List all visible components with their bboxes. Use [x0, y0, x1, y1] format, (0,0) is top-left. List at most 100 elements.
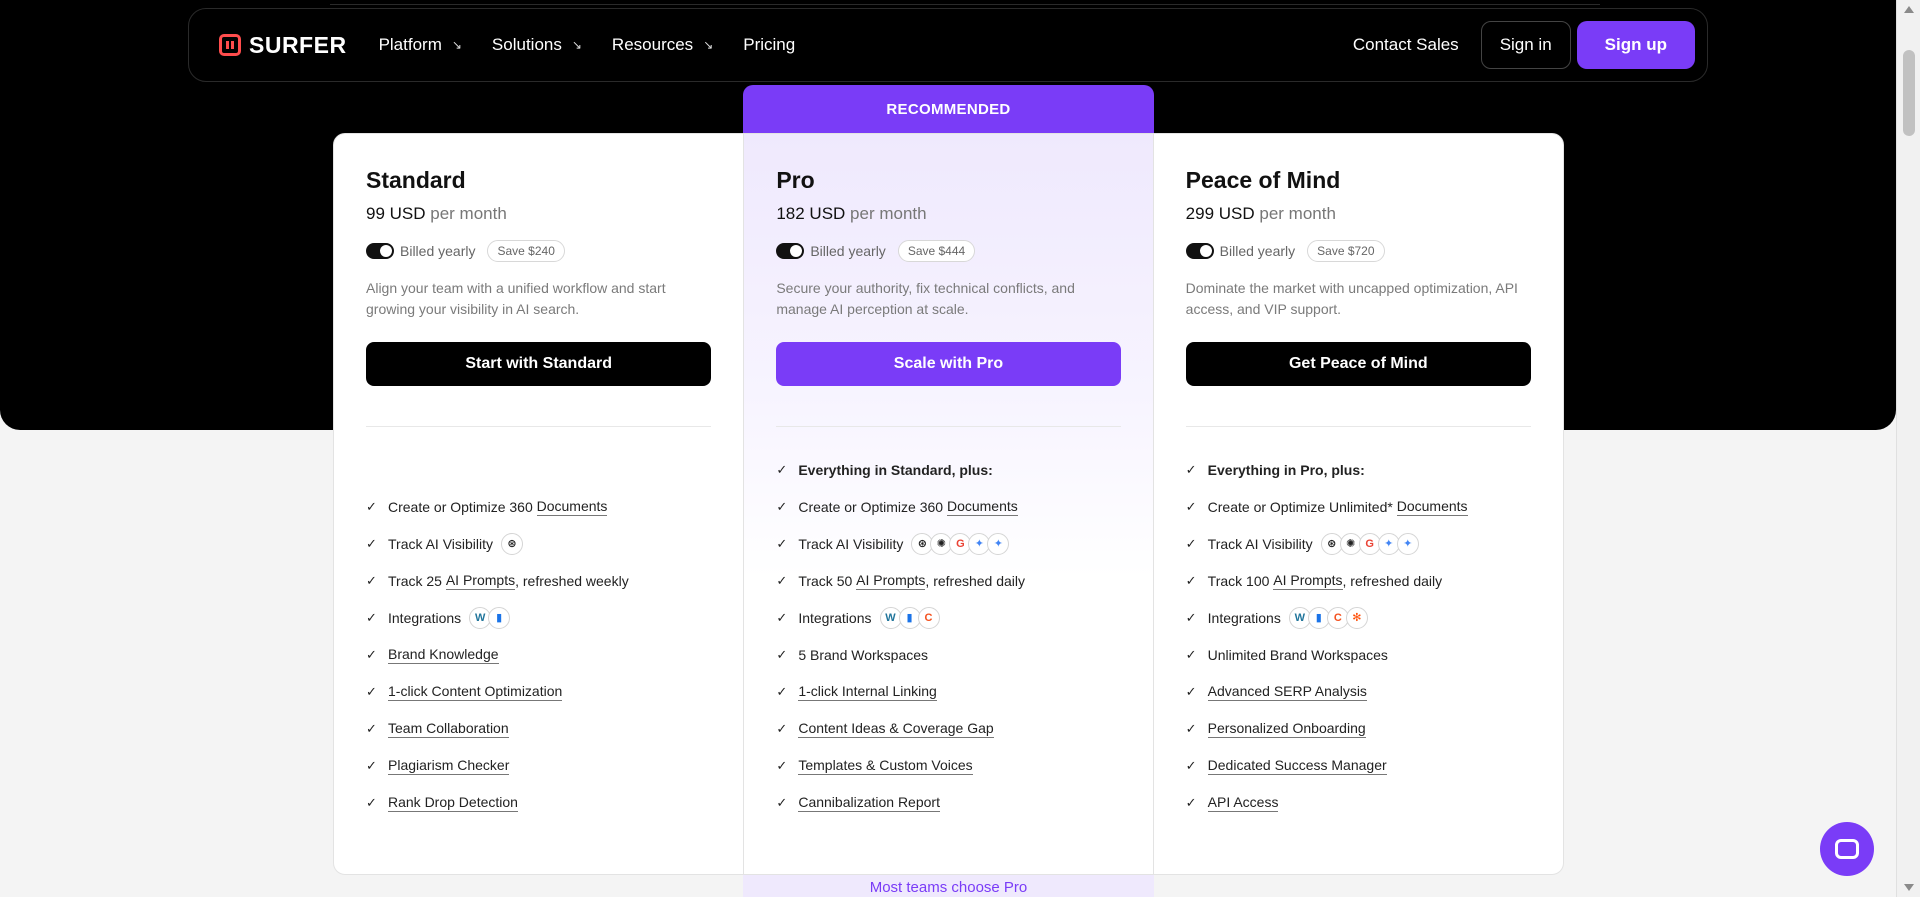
scale-with-pro-button[interactable]: Scale with Pro	[776, 342, 1121, 386]
feature-link[interactable]: Content Ideas & Coverage Gap	[798, 720, 994, 738]
feature-5: ✓ 5 Brand Workspaces	[776, 636, 1120, 673]
feature-6: ✓ 1-click Content Optimization	[366, 673, 711, 710]
check-icon: ✓	[366, 683, 377, 699]
feature-9: ✓ Rank Drop Detection	[366, 784, 711, 821]
feature-link[interactable]: Rank Drop Detection	[388, 794, 518, 812]
feature-text: Track 50	[798, 572, 853, 589]
feature-text: Track 100	[1207, 572, 1270, 589]
feature-link[interactable]: Cannibalization Report	[798, 794, 940, 812]
feature-text: 5 Brand Workspaces	[798, 646, 929, 663]
check-icon: ✓	[776, 461, 788, 477]
recommended-badge: RECOMMENDED	[743, 85, 1154, 133]
feature-link[interactable]: Brand Knowledge	[388, 646, 499, 664]
feature-text: Track 25	[388, 572, 442, 589]
gemini-icon: ✦	[1396, 532, 1419, 555]
chat-launcher-button[interactable]	[1820, 822, 1874, 876]
arrow-down-right-icon: ↘	[571, 38, 582, 52]
scroll-up-icon[interactable]	[1904, 6, 1914, 13]
check-icon: ✓	[776, 683, 788, 699]
feature-link[interactable]: Dedicated Success Manager	[1207, 757, 1387, 775]
check-icon: ✓	[776, 757, 788, 773]
feature-link[interactable]: Personalized Onboarding	[1207, 720, 1366, 738]
feature-5: ✓ Unlimited Brand Workspaces	[1186, 636, 1531, 673]
ai-platform-icons: ⊛ ✺ G ✦ ✦	[1320, 532, 1419, 555]
documents-link[interactable]: Documents	[1396, 498, 1468, 516]
nav-pricing-label: Pricing	[743, 35, 796, 54]
check-icon: ✓	[1185, 461, 1197, 477]
check-icon: ✓	[366, 720, 377, 736]
check-icon: ✓	[776, 498, 788, 514]
billing-toggle[interactable]	[366, 243, 394, 259]
sign-in-button[interactable]: Sign in	[1480, 21, 1571, 69]
feature-text: Track AI Visibility	[1207, 535, 1313, 552]
scrollbar-thumb[interactable]	[1903, 50, 1915, 136]
feature-link[interactable]: Team Collaboration	[388, 720, 509, 738]
nav-resources[interactable]: Resources ↘	[612, 35, 713, 55]
feature-documents: ✓ Create or Optimize 360 Documents	[366, 488, 711, 525]
chatgpt-icon: ⊛	[501, 532, 524, 555]
start-with-standard-button[interactable]: Start with Standard	[366, 342, 712, 386]
feature-text: Create or Optimize Unlimited*	[1207, 498, 1393, 515]
feature-text: Everything in Standard, plus:	[798, 461, 993, 478]
scroll-down-icon[interactable]	[1904, 884, 1914, 891]
nav-solutions[interactable]: Solutions ↘	[492, 35, 582, 55]
billing-row: Billed yearly Save $720	[1185, 240, 1531, 262]
feature-list: ✓ Everything in Pro, plus: ✓ Create or Opt…	[1186, 451, 1531, 821]
feature-link[interactable]: Plagiarism Checker	[388, 757, 510, 775]
get-peace-of-mind-button[interactable]: Get Peace of Mind	[1185, 342, 1531, 386]
documents-link[interactable]: Documents	[536, 498, 608, 516]
feature-ai-visibility: ✓ Track AI Visibility ⊛	[366, 525, 711, 562]
feature-5: ✓ Brand Knowledge	[366, 636, 711, 673]
vertical-scrollbar[interactable]	[1896, 0, 1920, 897]
top-divider	[330, 4, 1600, 5]
billing-label: Billed yearly	[400, 243, 476, 259]
card-divider	[366, 426, 712, 427]
feature-text: , refreshed weekly	[515, 572, 629, 589]
arrow-down-right-icon: ↘	[451, 38, 462, 52]
feature-9: ✓ Cannibalization Report	[776, 784, 1120, 821]
brand-name: SURFER	[249, 31, 347, 58]
sign-up-button[interactable]: Sign up	[1576, 21, 1695, 69]
billing-toggle[interactable]	[1185, 243, 1214, 259]
feature-text: , refreshed daily	[925, 572, 1026, 589]
contact-sales-link[interactable]: Contact Sales	[1353, 35, 1459, 55]
feature-text: , refreshed daily	[1342, 572, 1443, 589]
surfer-logo[interactable]: SURFER	[219, 32, 347, 59]
check-icon: ✓	[1185, 757, 1197, 773]
nav-platform[interactable]: Platform ↘	[379, 35, 462, 55]
price-unit: per month	[850, 204, 927, 223]
feature-text: Unlimited Brand Workspaces	[1207, 646, 1388, 663]
integration-icons: W ▮ C	[879, 606, 940, 629]
feature-link[interactable]: 1-click Content Optimization	[388, 683, 563, 701]
feature-integrations: ✓ Integrations W ▮	[366, 599, 711, 636]
ai-platform-icons: ⊛ ✺ G ✦ ✦	[911, 532, 1010, 555]
price-unit: per month	[1259, 204, 1336, 223]
feature-text: Create or Optimize 360	[388, 498, 533, 515]
feature-heading: ✓ Everything in Standard, plus:	[776, 451, 1120, 488]
feature-link[interactable]: API Access	[1207, 794, 1279, 812]
ai-prompts-link[interactable]: AI Prompts	[1273, 572, 1343, 590]
plan-price: 99 USD per month	[366, 204, 711, 224]
check-icon: ✓	[776, 609, 788, 625]
card-divider	[776, 426, 1121, 427]
nav-pricing[interactable]: Pricing	[743, 35, 795, 55]
documents-link[interactable]: Documents	[946, 498, 1018, 516]
check-icon: ✓	[1185, 535, 1197, 551]
feature-link[interactable]: 1-click Internal Linking	[798, 683, 937, 701]
check-icon: ✓	[776, 794, 788, 810]
price-amount: 99 USD	[366, 204, 426, 223]
feature-link[interactable]: Templates & Custom Voices	[798, 757, 973, 775]
price-amount: 182 USD	[776, 204, 846, 223]
billing-toggle[interactable]	[776, 243, 805, 259]
feature-link[interactable]: Advanced SERP Analysis	[1207, 683, 1367, 701]
feature-7: ✓ Content Ideas & Coverage Gap	[776, 710, 1120, 747]
plan-name: Pro	[776, 167, 815, 193]
feature-ai-visibility: ✓ Track AI Visibility ⊛ ✺ G ✦ ✦	[776, 525, 1120, 562]
ai-prompts-link[interactable]: AI Prompts	[856, 572, 926, 590]
billing-label: Billed yearly	[1219, 243, 1296, 259]
save-badge: Save $240	[487, 240, 565, 262]
ai-prompts-link[interactable]: AI Prompts	[445, 572, 516, 590]
save-badge: Save $444	[897, 240, 976, 262]
price-amount: 299 USD	[1185, 204, 1255, 223]
feature-text: Integrations	[388, 609, 462, 626]
